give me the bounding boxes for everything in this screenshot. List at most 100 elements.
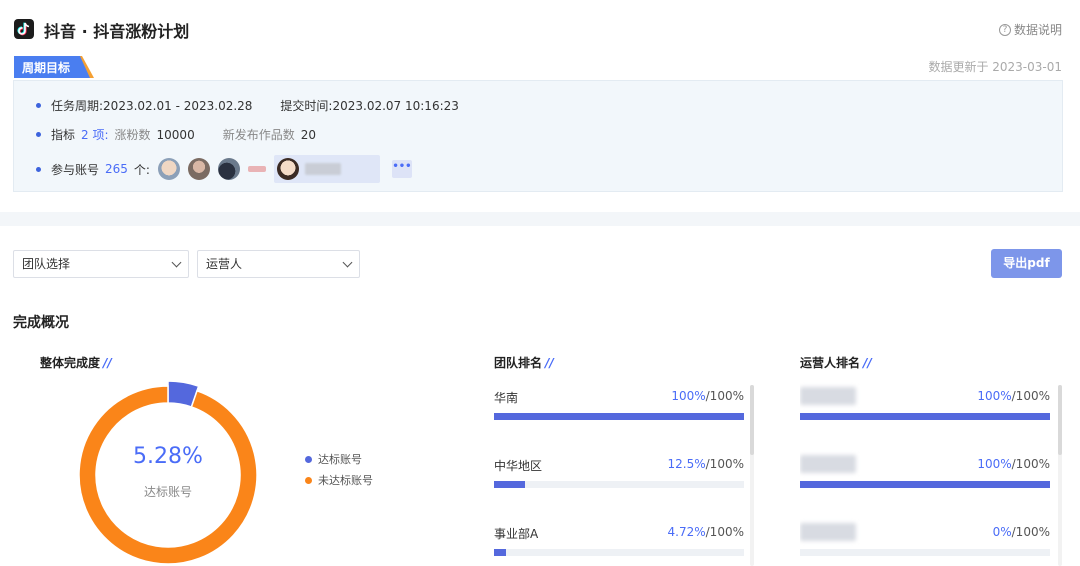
team-rank-item[interactable]: 事业部A 4.72%/100% [494,518,760,566]
legend-swatch-met [305,455,312,463]
douyin-logo-icon [14,19,34,39]
avatar[interactable] [157,158,180,180]
update-time: 数据更新于 2023-03-01 [928,60,1062,74]
progress-fill [494,549,506,556]
progress-track [494,481,744,488]
title-mark-icon: // [863,356,872,370]
team-rate: 12.5%/100% [494,457,744,471]
data-help-link[interactable]: ? 数据说明 [998,21,1062,38]
operator-rank-item[interactable]: 100%/100% [800,382,1066,450]
operator-rate: 100%/100% [800,389,1050,403]
operator-rate-total: /100% [1011,389,1050,403]
team-rate-pct: 4.72% [667,525,706,539]
team-select[interactable]: 团队选择 [13,250,189,278]
team-rank-title-text: 团队排名 [494,356,543,370]
team-rate-total: /100% [705,457,744,471]
operator-select[interactable]: 运营人 [197,250,360,278]
avatar[interactable] [187,158,210,180]
cycle-label: 任务周期: [51,99,104,113]
account-avatars: ••• [157,155,412,183]
chevron-down-icon [342,257,353,268]
team-rate-total: /100% [705,389,744,403]
metric-row: 指标 2 项: 涨粉数 10000 新发布作品数 20 [36,126,316,143]
section-divider [0,212,1080,226]
operator-rank-item[interactable]: 100%/100% [800,450,1066,518]
avatar [276,158,299,180]
bullet-icon [36,103,41,108]
overall-title: 整体完成度// [40,354,112,371]
team-rank-list: 华南 100%/100% 中华地区 12.5%/100% 事业部A 4.72%/… [494,382,760,566]
team-rate-total: /100% [705,525,744,539]
accounts-row: 参与账号 265 个: ••• [36,155,412,183]
operator-rate-total: /100% [1011,525,1050,539]
operator-rate: 0%/100% [800,525,1050,539]
page-title: 抖音 · 抖音涨粉计划 [44,22,190,41]
accounts-count: 265 [105,162,128,176]
donut-percent: 5.28% [133,444,203,469]
metric-count: 2 项: [81,128,109,142]
blurred-account-name [304,163,341,175]
header: 抖音 · 抖音涨粉计划 ? 数据说明 [0,0,1080,56]
progress-fill [800,481,1050,488]
legend-unmet[interactable]: 未达标账号 [305,472,373,488]
overall-title-text: 整体完成度 [40,356,101,370]
goal-info-card: 任务周期: 2023.02.01 - 2023.02.28 提交时间: 2023… [13,80,1063,192]
team-rate: 4.72%/100% [494,525,744,539]
progress-track [800,481,1050,488]
metric2-value: 20 [300,127,317,142]
submit-value: 2023.02.07 10:16:23 [332,98,459,113]
operator-select-value: 运营人 [206,257,243,271]
export-pdf-button[interactable]: 导出pdf [991,249,1062,278]
legend-swatch-unmet [305,476,312,484]
operator-rank-item[interactable]: 0%/100% [800,518,1066,566]
chevron-down-icon [171,257,182,268]
operator-rate-total: /100% [1011,457,1050,471]
cycle-row: 任务周期: 2023.02.01 - 2023.02.28 提交时间: 2023… [36,97,459,114]
progress-track [800,549,1050,556]
bullet-icon [36,166,41,172]
accounts-label: 参与账号 [51,162,100,177]
team-rate: 100%/100% [494,389,744,403]
operator-rank-title-text: 运营人排名 [800,356,861,370]
bullet-icon [36,132,41,137]
accounts-suffix: 个: [133,162,150,177]
operator-list-scrollbar[interactable] [1058,385,1062,455]
operator-rate-pct: 100% [977,457,1012,471]
question-circle-icon: ? [998,23,1011,36]
legend-met-label: 达标账号 [318,453,362,466]
more-accounts-button[interactable]: ••• [391,160,412,178]
team-select-value: 团队选择 [22,257,71,271]
metric2-name: 新发布作品数 [222,128,295,142]
legend-met[interactable]: 达标账号 [305,451,362,467]
cycle-value: 2023.02.01 - 2023.02.28 [103,98,253,113]
progress-fill [494,481,526,488]
progress-fill [494,413,744,420]
operator-rate-pct: 0% [992,525,1012,539]
operator-rate: 100%/100% [800,457,1050,471]
metric1-name: 涨粉数 [114,128,151,142]
team-rate-pct: 100% [671,389,706,403]
section-title: 完成概况 [13,315,69,331]
period-goal-tag: 周期目标 [14,56,94,78]
operator-rate-pct: 100% [977,389,1012,403]
team-rate-pct: 12.5% [667,457,706,471]
legend-unmet-label: 未达标账号 [318,474,373,487]
team-rank-item[interactable]: 华南 100%/100% [494,382,760,450]
operator-rank-list: 100%/100% 100%/100% 0%/100% [800,382,1066,566]
selected-account[interactable] [273,155,380,183]
team-list-scrollbar[interactable] [750,385,754,455]
team-rank-item[interactable]: 中华地区 12.5%/100% [494,450,760,518]
title-mark-icon: // [103,356,112,370]
avatar[interactable] [217,158,240,180]
submit-label: 提交时间: [280,99,333,113]
overall-donut-chart [78,380,258,565]
period-tag-label: 周期目标 [22,60,70,75]
metric-label: 指标 [51,128,76,142]
metric1-value: 10000 [156,127,195,142]
progress-fill [800,413,1050,420]
team-rank-title: 团队排名// [494,354,554,371]
operator-rank-title: 运营人排名// [800,354,872,371]
avatar[interactable] [247,166,266,172]
donut-slice-unmet[interactable] [78,385,258,565]
progress-track [494,549,744,556]
